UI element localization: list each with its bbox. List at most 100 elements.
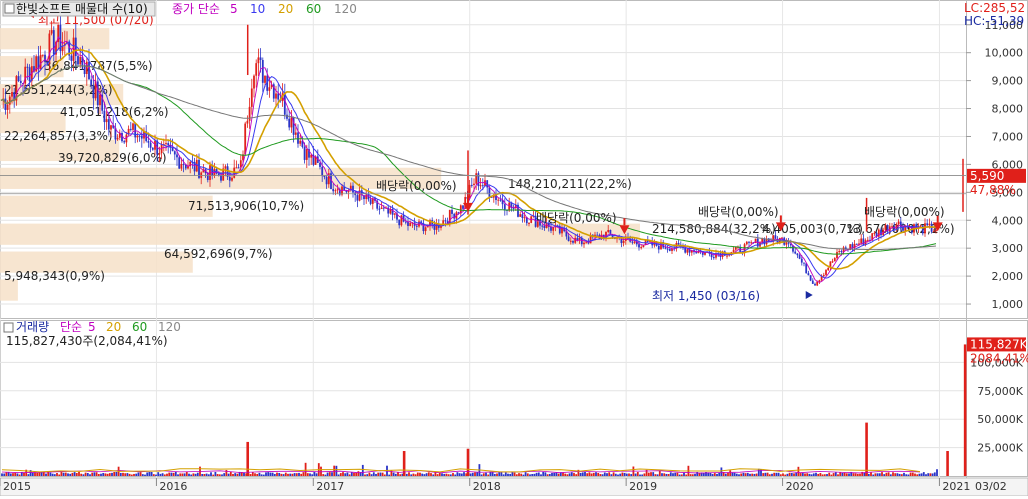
price-candle (541, 225, 544, 227)
volume-bar (766, 472, 769, 476)
volume-bar (535, 472, 538, 476)
price-candle (803, 262, 805, 264)
volume-bar (203, 474, 206, 476)
volume-bar (93, 472, 96, 476)
volume-bar (564, 473, 567, 476)
volume-ma-period: 20 (106, 320, 121, 334)
price-candle (72, 37, 75, 61)
volume-bar (82, 474, 85, 476)
volume-bar (625, 473, 628, 476)
volume-profile-label: 22,264,857(3,3%) (4, 129, 113, 143)
price-candle (488, 187, 491, 197)
volume-bar (641, 474, 644, 476)
volume-bar (553, 472, 556, 476)
volume-bar (733, 472, 736, 476)
volume-bar (914, 473, 916, 476)
price-candle (424, 227, 427, 232)
title-checkbox[interactable] (4, 3, 15, 14)
price-candle (695, 252, 698, 254)
price-candle (321, 166, 324, 177)
volume-bar (95, 472, 98, 476)
volume-bar (201, 473, 204, 476)
volume-bar (931, 473, 934, 476)
volume-bar (588, 472, 591, 476)
volume-bar (339, 473, 342, 476)
price-tick-label: 9,000 (992, 75, 1024, 88)
price-candle (873, 232, 876, 234)
volume-bar (300, 473, 303, 476)
price-candle (528, 222, 530, 224)
volume-bar (47, 472, 50, 476)
volume-bar (623, 472, 626, 476)
volume-bar (887, 472, 890, 476)
volume-profile-bar (0, 195, 213, 217)
price-candle (332, 189, 335, 192)
price-candle (503, 204, 506, 210)
volume-bar (397, 472, 399, 476)
price-candle (838, 251, 841, 253)
price-tick-label: 1,000 (992, 298, 1024, 311)
volume-bar (656, 474, 659, 476)
volume-bar (590, 473, 593, 476)
price-candle (426, 226, 429, 228)
price-candle (836, 252, 838, 259)
volume-bar (166, 473, 168, 476)
volume-checkbox[interactable] (3, 322, 14, 333)
volume-title: 거래량 (16, 320, 49, 334)
volume-bar (643, 473, 646, 476)
volume-bar (777, 472, 780, 476)
volume-bar (73, 472, 76, 476)
volume-bar (872, 474, 875, 476)
volume-bar (302, 472, 305, 476)
volume-bar (163, 474, 166, 476)
volume-bar (650, 472, 652, 476)
current-price-label: 5,590 (970, 169, 1004, 183)
volume-bar (575, 474, 578, 476)
stock-chart[interactable]: 11,000 10,000 9,000 8,000 7,000 6,000 5,000 4,0… (0, 0, 1028, 497)
volume-bar (84, 472, 87, 476)
price-candle (519, 214, 522, 217)
volume-bar (174, 471, 177, 476)
price-candle (290, 117, 293, 128)
volume-bar (16, 473, 19, 476)
volume-bar (51, 473, 54, 476)
volume-bar (735, 473, 738, 476)
volume-bar (31, 472, 34, 476)
volume-bar (194, 473, 197, 476)
price-candle (180, 164, 183, 169)
volume-bar (570, 472, 573, 476)
volume-bar (713, 473, 716, 476)
volume-bar (685, 474, 688, 476)
price-candle (451, 209, 453, 214)
volume-bar (551, 472, 553, 476)
price-candle (393, 213, 396, 215)
price-tick-label: 8,000 (992, 103, 1024, 116)
price-candle (105, 119, 108, 123)
volume-bar (148, 471, 151, 476)
volume-bar (665, 473, 668, 476)
volume-bar (276, 472, 278, 476)
ma-indicator-label: 종가 단순 (172, 2, 220, 16)
volume-bar (212, 474, 215, 476)
volume-bar (667, 474, 670, 476)
volume-bar (812, 473, 815, 476)
price-candle (583, 242, 585, 245)
price-candle (28, 67, 31, 82)
volume-bar (691, 474, 694, 476)
price-candle (633, 241, 636, 243)
volume-bar (526, 473, 529, 476)
volume-bar (357, 471, 360, 476)
volume-bar (801, 473, 804, 476)
price-candle (818, 280, 821, 282)
price-candle (246, 120, 249, 124)
price-candle (664, 247, 667, 249)
price-candle (921, 225, 924, 234)
volume-bar (518, 473, 520, 476)
volume-bar (487, 474, 490, 476)
volume-bar (775, 472, 778, 476)
volume-bar (819, 473, 822, 476)
price-candle (44, 54, 46, 62)
low-annotation: 최저 1,450 (03/16) (652, 289, 760, 303)
volume-bar (753, 473, 756, 476)
price-candle (90, 79, 93, 86)
